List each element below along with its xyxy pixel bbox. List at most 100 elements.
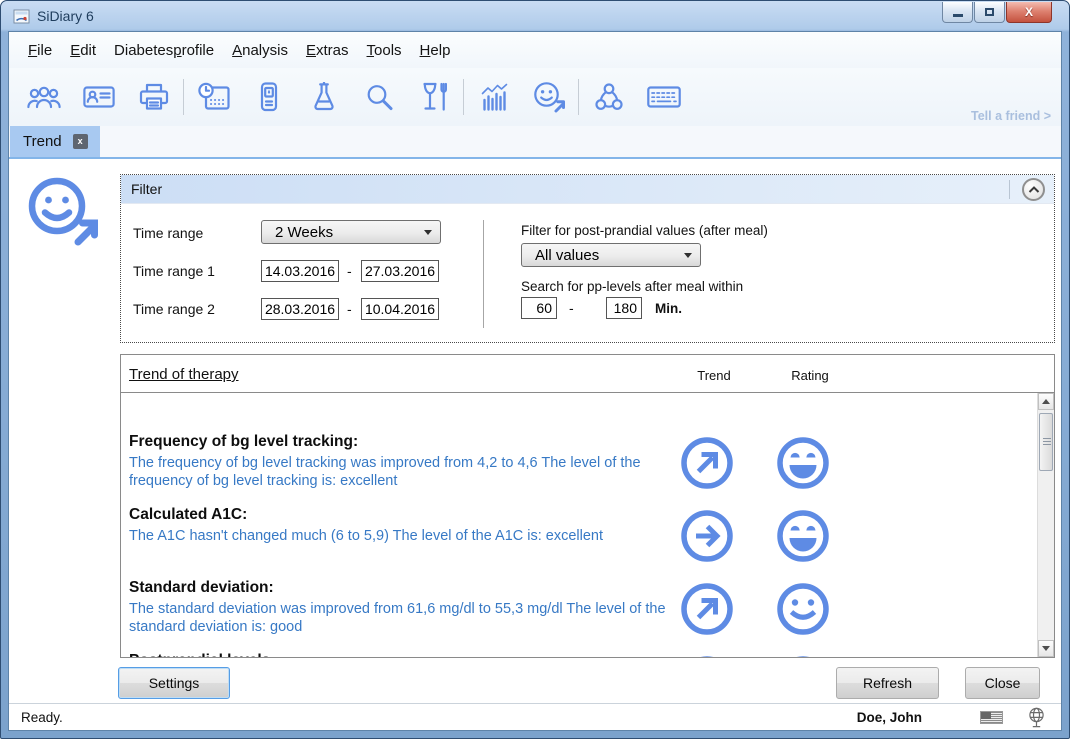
menu-file[interactable]: File <box>19 35 61 66</box>
toolbar-print-button[interactable] <box>126 68 181 126</box>
toolbar-search-button[interactable] <box>351 68 406 126</box>
menu-bar: File Edit Diabetesprofile Analysis Extra… <box>9 32 1061 68</box>
minimize-button[interactable] <box>942 2 973 23</box>
pp-min-input[interactable] <box>521 297 557 319</box>
printer-icon <box>139 83 168 110</box>
language-flag-icon[interactable] <box>980 710 1003 724</box>
menu-diabetesprofile[interactable]: Diabetesprofile <box>105 35 223 66</box>
toolbar-lab-button[interactable] <box>296 68 351 126</box>
minimize-icon <box>952 14 963 17</box>
toolbar-nutrition-button[interactable] <box>406 68 461 126</box>
window-title: SiDiary 6 <box>37 8 94 24</box>
search-icon <box>367 85 392 111</box>
trend-row-a1c: Calculated A1C: The A1C hasn't changed m… <box>129 506 1037 579</box>
close-window-button[interactable]: X <box>1006 2 1052 23</box>
toolbar-device-button[interactable] <box>241 68 296 126</box>
vertical-scrollbar[interactable] <box>1037 393 1054 657</box>
maximize-button[interactable] <box>974 2 1005 23</box>
pp-filter-label: Filter for post-prandial values (after m… <box>521 223 768 238</box>
toolbar-diary-button[interactable] <box>186 68 241 126</box>
time-range-2-to-input[interactable] <box>361 298 439 320</box>
keyboard-icon <box>646 86 681 108</box>
trend-row-postprandial: Postprandial levels: <box>129 652 1037 657</box>
toolbar-separator <box>463 79 464 115</box>
filter-header-label: Filter <box>131 181 163 197</box>
contact-card-icon <box>82 86 115 108</box>
scrollbar-thumb[interactable] <box>1039 413 1053 471</box>
toolbar-share-button[interactable] <box>581 68 636 126</box>
toolbar-users-button[interactable] <box>16 68 71 126</box>
status-text: Ready. <box>21 709 63 725</box>
tab-close-button[interactable]: x <box>72 134 88 149</box>
rating-laugh-icon <box>777 510 829 562</box>
app-logo-icon <box>13 9 30 23</box>
trend-of-therapy-title: Trend of therapy <box>129 366 239 383</box>
app-window: SiDiary 6 X File Edit Diabetesprofile An… <box>0 0 1070 739</box>
meal-icon <box>422 82 447 111</box>
time-range-1-from-input[interactable] <box>261 260 339 282</box>
time-range-1-label: Time range 1 <box>133 263 215 279</box>
trend-page-smiley-icon <box>24 174 102 257</box>
window-controls: X <box>942 2 1052 23</box>
current-user: Doe, John <box>856 709 922 725</box>
trend-column-header: Trend <box>697 368 731 383</box>
rating-smile-icon <box>777 583 829 635</box>
calendar-clock-icon <box>197 82 230 110</box>
trend-flat-icon <box>681 510 733 562</box>
menu-edit[interactable]: Edit <box>61 35 105 66</box>
share-icon <box>594 83 623 110</box>
globe-icon[interactable] <box>1027 707 1046 728</box>
filter-panel-header[interactable]: Filter <box>121 175 1054 204</box>
chevron-down-icon <box>424 230 432 235</box>
time-range-2-label: Time range 2 <box>133 301 215 317</box>
trend-up-icon <box>681 583 733 635</box>
close-icon: X <box>1024 5 1033 19</box>
toolbar-statistics-button[interactable] <box>466 68 521 126</box>
triangle-down-icon <box>1042 646 1050 651</box>
tell-a-friend-link[interactable]: Tell a friend > <box>971 109 1051 123</box>
scroll-down-button[interactable] <box>1038 640 1054 657</box>
tab-trend[interactable]: Trend x <box>10 126 100 157</box>
menu-analysis[interactable]: Analysis <box>223 35 297 66</box>
filter-collapse-button[interactable] <box>1022 178 1045 201</box>
client-area: File Edit Diabetesprofile Analysis Extra… <box>8 31 1062 731</box>
menu-extras[interactable]: Extras <box>297 35 358 66</box>
toolbar-separator <box>183 79 184 115</box>
statistics-icon <box>481 83 507 111</box>
refresh-button[interactable]: Refresh <box>836 667 939 699</box>
toolbar-trend-button[interactable] <box>521 68 576 126</box>
tab-label: Trend <box>23 133 62 150</box>
settings-button[interactable]: Settings <box>118 667 230 699</box>
chevron-up-icon <box>1028 186 1039 193</box>
trend-smiley-icon <box>533 82 565 113</box>
tab-strip: Trend x <box>9 126 1061 159</box>
maximize-icon <box>985 8 994 16</box>
rating-laugh-icon <box>777 437 829 489</box>
toolbar-keyboard-button[interactable] <box>636 68 691 126</box>
trend-of-therapy-panel: Trend of therapy Trend Rating Frequency … <box>120 354 1055 658</box>
triangle-up-icon <box>1042 399 1050 404</box>
trend-row-frequency: Frequency of bg level tracking: The freq… <box>129 433 1037 506</box>
close-button[interactable]: Close <box>965 667 1040 699</box>
range-dash: - <box>347 301 352 317</box>
time-range-2-from-input[interactable] <box>261 298 339 320</box>
bg-meter-icon <box>260 82 277 112</box>
menu-tools[interactable]: Tools <box>358 35 411 66</box>
range-dash: - <box>347 263 352 279</box>
time-range-dropdown[interactable]: 2 Weeks <box>261 220 441 244</box>
users-icon <box>26 86 61 109</box>
pp-max-input[interactable] <box>606 297 642 319</box>
time-range-label: Time range <box>133 225 204 241</box>
scroll-up-button[interactable] <box>1038 393 1054 410</box>
menu-help[interactable]: Help <box>411 35 460 66</box>
toolbar-patient-data-button[interactable] <box>71 68 126 126</box>
pp-search-label: Search for pp-levels after meal within <box>521 279 744 294</box>
range-dash: - <box>569 300 574 316</box>
status-bar: Ready. Doe, John <box>9 703 1061 730</box>
trend-up-icon <box>681 437 733 489</box>
pp-filter-dropdown[interactable]: All values <box>521 243 701 267</box>
filter-vertical-divider <box>483 220 484 328</box>
filter-panel: Filter Time range 2 Weeks Time range 1 -… <box>120 174 1055 343</box>
toolbar-separator <box>578 79 579 115</box>
time-range-1-to-input[interactable] <box>361 260 439 282</box>
